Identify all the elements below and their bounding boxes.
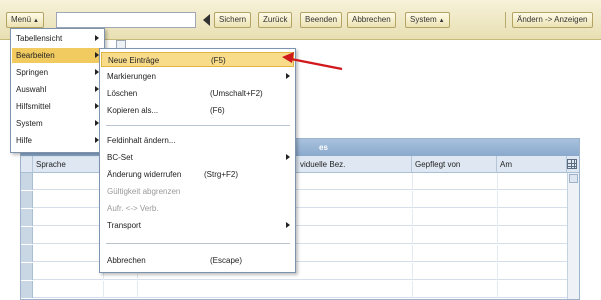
red-arrow-icon: [282, 52, 343, 71]
